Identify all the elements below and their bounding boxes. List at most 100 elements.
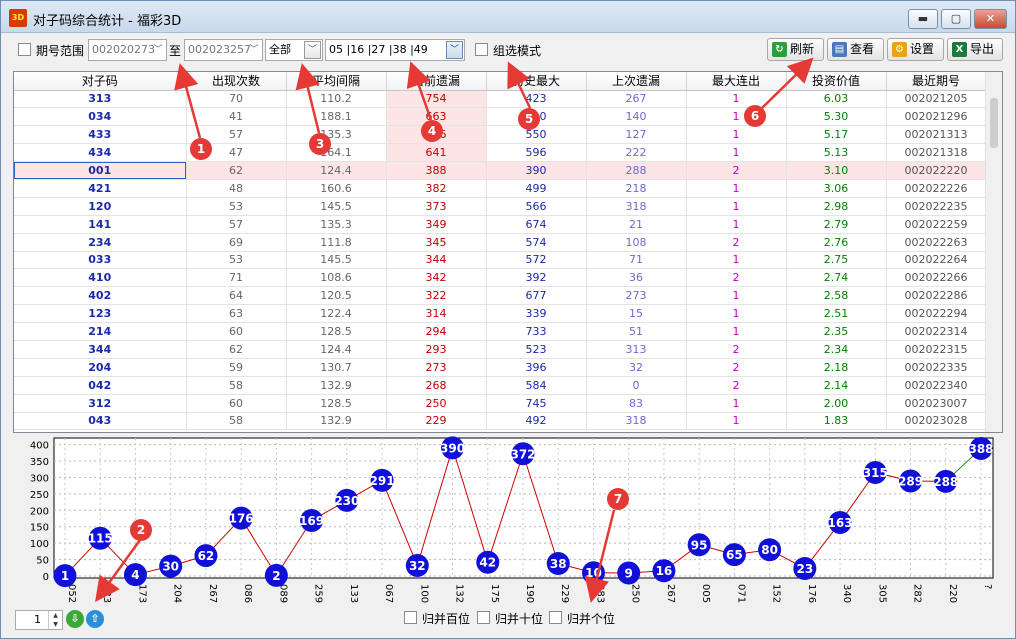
table-row[interactable]: 043 58 132.9 229 492 318 1 1.83 002023028 [14, 412, 987, 431]
y-tick-label: 250 [30, 490, 49, 501]
data-label: 169 [299, 514, 324, 528]
table-cell: 15 [586, 304, 687, 324]
table-row[interactable]: 120 53 145.5 373 566 318 1 2.98 002022235 [14, 197, 987, 216]
data-label: 176 [229, 512, 254, 526]
table-cell: 120 [14, 197, 187, 216]
vertical-scrollbar[interactable] [985, 72, 1002, 432]
table-row[interactable]: 214 60 128.5 294 733 51 1 2.35 002022314 [14, 322, 987, 341]
table-cell: 002022235 [886, 197, 987, 216]
table-row[interactable]: 03441188.166371014015.30002021296 [14, 107, 987, 127]
x-tick-label: 005 [700, 584, 711, 603]
table-cell: 2.35 [786, 322, 887, 341]
table-row[interactable]: 234 69 111.8 345 574 108 2 2.76 002022263 [14, 233, 987, 252]
table-row[interactable]: 402 64 120.5 322 677 273 1 2.58 002022286 [14, 286, 987, 306]
period-to-combo[interactable]: 002023257 ﹀ [184, 39, 263, 61]
table-cell: 1 [686, 125, 787, 145]
scrollbar-thumb[interactable] [990, 98, 998, 148]
table-cell: 312 [14, 394, 187, 413]
settings-button[interactable]: ⚙ 设置 [887, 38, 944, 61]
table-cell: 2 [686, 233, 787, 252]
table-row[interactable]: 312 60 128.5 250 745 83 1 2.00 002023007 [14, 394, 987, 413]
data-label: 42 [479, 556, 496, 570]
merge-hundreds-checkbox[interactable] [404, 611, 417, 624]
table-cell: 499 [486, 179, 587, 198]
table-cell: 48 [186, 179, 287, 198]
table-row[interactable]: 123 63 122.4 314 339 15 1 2.51 002022294 [14, 304, 987, 324]
x-tick-label: 267 [207, 584, 218, 603]
table-cell: 1 [686, 90, 787, 109]
maximize-button[interactable]: ▢ [941, 9, 971, 29]
table-row[interactable]: 421 48 160.6 382 499 218 1 3.06 002022226 [14, 179, 987, 198]
table-row[interactable]: 001 62 124.4 388 390 288 2 3.10 002022220 [14, 161, 987, 180]
table-cell: 164.1 [286, 143, 387, 163]
table-cell: 135.3 [286, 215, 387, 234]
table-cell: 145.5 [286, 197, 387, 216]
merge-units-checkbox[interactable] [549, 611, 562, 624]
table-row[interactable]: 042 58 132.9 268 584 0 2 2.14 002022340 [14, 376, 987, 395]
data-label: 288 [933, 475, 958, 489]
x-tick-label: 083 [101, 584, 112, 603]
next-page-icon[interactable]: ⇩ [66, 610, 84, 628]
column-header[interactable]: 对子码 [14, 72, 187, 91]
table-cell: 1 [686, 179, 787, 198]
x-tick-label: 173 [136, 584, 147, 603]
table-row[interactable]: 410 71 108.6 342 392 36 2 2.74 002022266 [14, 268, 987, 288]
table-cell: 1 [686, 322, 787, 341]
table-cell: 132.9 [286, 412, 387, 431]
table-row[interactable]: 313 70 110.2 754 423 267 1 6.03 002021205 [14, 90, 987, 109]
table-cell: 3.06 [786, 179, 887, 198]
table-cell: 2.00 [786, 394, 887, 413]
merge-tens-label: 归并十位 [495, 612, 544, 626]
table-cell: 002021318 [886, 143, 987, 163]
x-tick-label: 175 [489, 584, 500, 603]
column-header[interactable]: 投资价值 [786, 72, 887, 91]
column-header[interactable]: 出现次数 [186, 72, 287, 91]
column-header[interactable]: 最近期号 [886, 72, 987, 91]
data-label: 32 [409, 559, 426, 573]
chevron-down-icon[interactable]: ﹀ [446, 41, 463, 59]
numbers-combo[interactable]: 05 |16 |27 |38 |49 ﹀ [325, 39, 465, 61]
table-row[interactable]: 434 47 164.1 641 596 222 1 5.13 002021318 [14, 143, 987, 163]
table-cell: 58 [186, 376, 287, 395]
table-cell: 421 [14, 179, 187, 198]
chevron-down-icon[interactable]: ﹀ [304, 41, 321, 59]
close-button[interactable]: ✕ [974, 9, 1007, 29]
table-cell: 1 [686, 143, 787, 163]
refresh-label: 刷新 [790, 42, 815, 56]
table-row[interactable]: 344 62 124.4 293 523 313 2 2.34 002022315 [14, 340, 987, 359]
table-cell: 214 [14, 322, 187, 341]
minimize-button[interactable]: ▬ [908, 9, 938, 29]
column-header[interactable]: 最大连出 [686, 72, 787, 91]
table-cell: 21 [586, 215, 687, 234]
table-row[interactable]: 204 59 130.7 273 396 32 2 2.18 002022335 [14, 358, 987, 377]
column-header[interactable]: 平均间隔 [286, 72, 387, 91]
table-cell: 034 [14, 107, 187, 127]
page-spinner[interactable]: 1 ▲ ▼ [15, 610, 63, 630]
table-cell: 033 [14, 251, 187, 270]
table-cell: 108 [586, 233, 687, 252]
export-button[interactable]: X 导出 [947, 38, 1003, 61]
table-row[interactable]: 141 57 135.3 349 674 21 1 2.79 002022259 [14, 215, 987, 234]
column-header[interactable]: 当前遗漏 [386, 72, 487, 91]
group-mode-checkbox[interactable] [475, 43, 488, 56]
table-cell: 002022286 [886, 286, 987, 306]
column-header[interactable]: 上次遗漏 [586, 72, 687, 91]
view-button[interactable]: ▤ 查看 [827, 38, 884, 61]
filter-combo[interactable]: 全部 ﹀ [265, 39, 323, 61]
chevron-down-icon: ﹀ [249, 45, 259, 55]
spinner-arrows-icon[interactable]: ▲ ▼ [48, 611, 62, 629]
period-from-combo[interactable]: 002020273 ﹀ [88, 39, 167, 61]
prev-page-icon[interactable]: ⇧ [86, 610, 104, 628]
table-cell: 423 [486, 90, 587, 109]
period-range-checkbox[interactable] [18, 43, 31, 56]
table-cell: 002022266 [886, 268, 987, 288]
merge-tens-checkbox[interactable] [477, 611, 490, 624]
table-cell: 59 [186, 358, 287, 377]
column-header[interactable]: 历史最大 [486, 72, 587, 91]
x-tick-label: 340 [841, 584, 852, 603]
refresh-button[interactable]: ↻ 刷新 [767, 38, 824, 61]
table-row[interactable]: 033 53 145.5 344 572 71 1 2.75 002022264 [14, 251, 987, 270]
table-row[interactable]: 43357135.364655012715.17002021313 [14, 125, 987, 145]
table-cell: 218 [586, 179, 687, 198]
x-tick-label: 190 [524, 584, 535, 603]
